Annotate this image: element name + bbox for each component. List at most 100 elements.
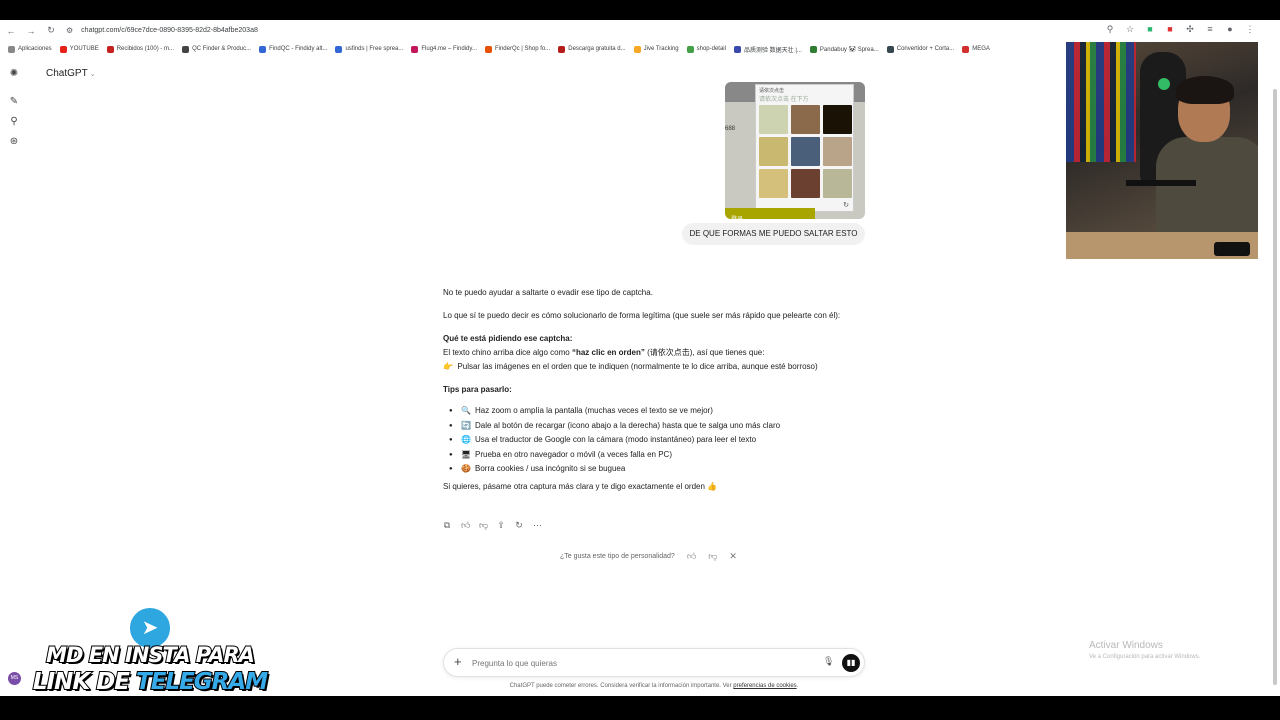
zoom-icon[interactable]: ⚲ [1104, 24, 1116, 35]
bookmark-label: Aplicaciones [18, 46, 52, 52]
bookmark-label: Recibidos (100) - m... [116, 46, 175, 52]
bookmark-item[interactable]: Jive Tracking [633, 45, 679, 53]
openai-logo-icon[interactable]: ✺ [8, 68, 20, 80]
promo-line-1: MD EN INSTA PARA [45, 642, 256, 668]
captcha-tile [823, 137, 852, 166]
avatar[interactable]: MS [8, 672, 21, 685]
bookmark-item[interactable]: YOUTUBE [59, 45, 99, 53]
thumbs-down-icon[interactable]: 👎︎ [708, 551, 717, 562]
captcha-tile [791, 105, 820, 134]
bookmark-item[interactable]: QC Finder & Produc... [182, 45, 251, 53]
bullet-icon: ● [449, 422, 453, 429]
extension-green-icon[interactable]: ■ [1144, 24, 1156, 35]
bullet-icon: ● [449, 451, 453, 458]
bookmark-item[interactable]: Pandabuy 🐼 Sprea... [809, 45, 879, 53]
forward-icon[interactable]: → [22, 26, 40, 36]
bookmark-item[interactable]: FindQC - Findidy alt... [259, 45, 327, 53]
bullet-icon: ● [449, 466, 453, 472]
close-icon[interactable]: ✕ [729, 551, 737, 562]
profile-icon[interactable]: ● [1224, 24, 1236, 35]
assistant-message: No te puedo ayudar a saltarte o evadir e… [443, 286, 873, 503]
extensions-icon[interactable]: ✣ [1184, 24, 1196, 35]
bookmark-label: 品质测验 数据天壮 |... [743, 47, 802, 54]
star-icon[interactable]: ☆ [1124, 24, 1136, 35]
back-icon[interactable]: ← [2, 26, 20, 36]
bookmark-favicon-icon [335, 45, 343, 53]
bookmark-label: MEGA [972, 46, 990, 52]
microphone-arm [1126, 180, 1196, 186]
bookmark-favicon-icon [962, 45, 970, 53]
captcha-tile [823, 169, 852, 198]
bookmark-item[interactable]: FinderQc | Shop fo... [484, 45, 550, 53]
site-info-icon[interactable]: ⚙ [66, 26, 73, 35]
tip-item: ● 🔄 Dale al botón de recargar (icono abajo… [449, 419, 873, 433]
search-icon[interactable]: ⚲ [8, 116, 20, 128]
screenshot-side-text: 688 [725, 126, 736, 132]
promo-line-2b: TELEGRAM [135, 668, 269, 696]
pointing-hand-emoji: 👉 [443, 362, 453, 371]
attached-screenshot[interactable]: 688 请依次点击 请依次点击 在下方 ↻ 登录 [725, 82, 865, 219]
tip-text: Prueba en otro navegador o móvil (a vece… [475, 449, 672, 459]
tip-emoji: 🌐 [461, 435, 471, 444]
promo-line-2a: LINK DE [32, 668, 137, 696]
scrollbar-thumb[interactable] [1273, 89, 1277, 685]
tip-text: Haz zoom o amplía la pantalla (muchas ve… [475, 406, 713, 415]
thumbs-up-icon[interactable]: 👍︎ [687, 551, 696, 562]
captcha-tile [791, 137, 820, 166]
bookmark-item[interactable]: shop-detail [686, 45, 726, 53]
more-options-icon[interactable]: ⋯ [533, 520, 542, 531]
chair-logo [1158, 78, 1170, 90]
bookmark-favicon-icon [259, 45, 267, 53]
extension-red-icon[interactable]: ■ [1164, 24, 1176, 35]
bookmark-item[interactable]: Convertidor + Corta... [886, 45, 955, 53]
bookmark-label: shop-detail [696, 46, 726, 52]
regenerate-icon[interactable]: ↻ [515, 520, 523, 531]
screenshot-footer-text: 登录 [731, 217, 743, 219]
chevron-down-icon: ⌄ [89, 71, 96, 78]
thumbs-down-icon[interactable]: 👎︎ [479, 520, 488, 531]
microphone-icon[interactable]: 🎙︎ [823, 656, 834, 667]
cookie-preferences-link[interactable]: preferencias de cookies [733, 683, 796, 689]
answer-closing: Si quieres, pásame otra captura más clar… [443, 482, 718, 491]
captcha-tile [759, 137, 788, 166]
disclaimer-text: ChatGPT puede cometer errores. Considera… [509, 683, 734, 689]
bookmark-item[interactable]: Flug4.me – Findidy... [411, 45, 477, 53]
bookmark-item[interactable]: Descarga gratuita d... [558, 45, 626, 53]
bookmark-item[interactable]: Aplicaciones [8, 45, 52, 53]
bookmark-favicon-icon [733, 45, 741, 53]
bookmark-item[interactable]: MEGA [962, 45, 990, 53]
bookmark-favicon-icon [106, 45, 114, 53]
browser-tools: ⚲ ☆ ■ ■ ✣ ≡ ● ⋮ [1104, 24, 1256, 35]
thumbs-up-icon[interactable]: 👍︎ [461, 520, 470, 531]
voice-mode-button[interactable]: ▮▮ [842, 654, 860, 672]
bullet-icon: ● [449, 408, 453, 414]
media-icon[interactable]: ≡ [1204, 24, 1216, 35]
prompt-input[interactable] [472, 656, 812, 670]
clothing-rack [1066, 42, 1136, 162]
tip-text: Usa el traductor de Google con la cámara… [475, 435, 757, 444]
personality-feedback: ¿Te gusta este tipo de personalidad? 👍︎ … [560, 551, 737, 562]
library-icon[interactable]: ⊛ [8, 136, 20, 148]
bookmark-item[interactable]: 品质测验 数据天壮 |... [733, 45, 802, 54]
scrollbar[interactable] [1273, 85, 1277, 695]
copy-icon[interactable]: ⧉ [443, 520, 451, 531]
answer-heading: Tips para pasarlo: [443, 385, 512, 394]
bookmark-item[interactable]: Recibidos (100) - m... [106, 45, 175, 53]
bookmark-label: Pandabuy 🐼 Sprea... [819, 46, 879, 53]
bookmark-favicon-icon [886, 45, 894, 53]
share-icon[interactable]: ⇪ [497, 520, 505, 531]
url-field[interactable]: chatgpt.com/c/69ce7dce-0890-8395-82d2-8b… [81, 27, 258, 34]
phone [1214, 242, 1250, 256]
reload-icon[interactable]: ↻ [42, 25, 60, 36]
message-actions: ⧉ 👍︎ 👎︎ ⇪ ↻ ⋯ [443, 520, 542, 531]
bookmark-label: Convertidor + Corta... [896, 46, 955, 52]
plus-icon[interactable]: + [454, 654, 462, 669]
menu-icon[interactable]: ⋮ [1244, 24, 1256, 35]
model-selector[interactable]: ChatGPT ⌄ [46, 68, 96, 79]
new-chat-icon[interactable]: ✎ [8, 96, 20, 108]
bookmark-label: Descarga gratuita d... [568, 46, 626, 52]
bookmark-item[interactable]: usfinds | Free sprea... [335, 45, 403, 53]
bookmark-favicon-icon [633, 45, 641, 53]
brand-title: ChatGPT [46, 68, 88, 79]
watermark-title: Activar Windows [1089, 640, 1163, 651]
